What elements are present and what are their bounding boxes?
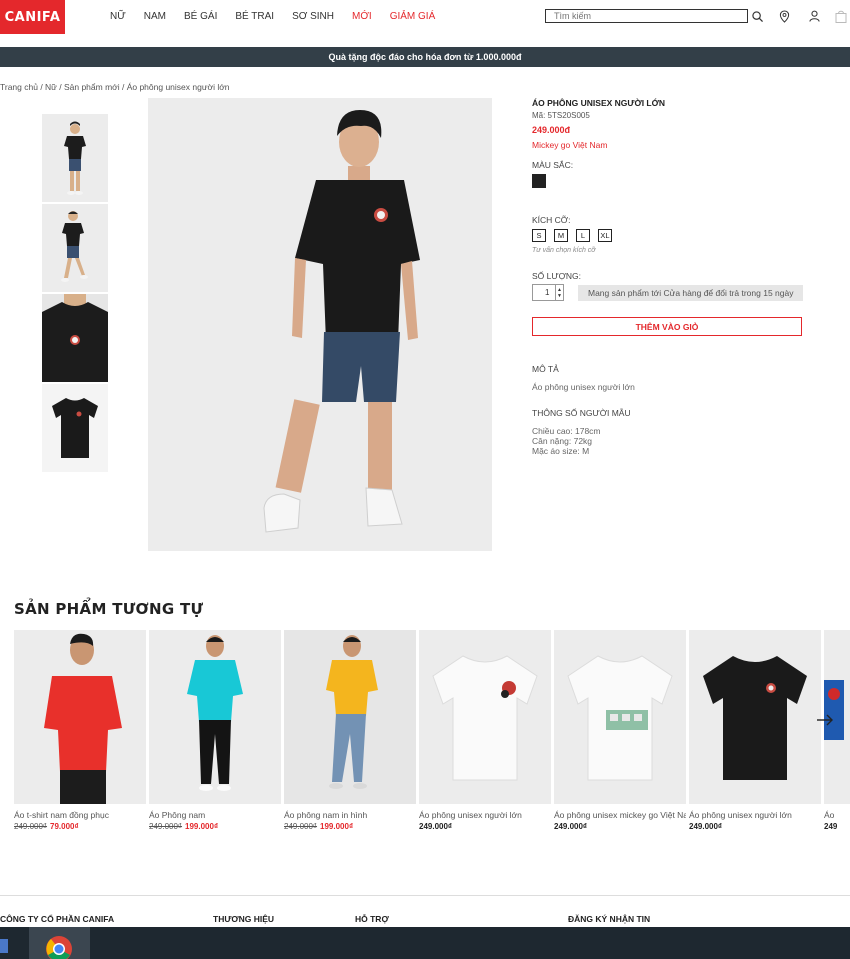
thumbnail-1[interactable] xyxy=(42,114,108,202)
sale-price: 199.000₫ xyxy=(320,822,354,831)
thumbnail-3[interactable] xyxy=(42,294,108,382)
product-card[interactable]: Áo phông unisex người lớn 249.000₫ xyxy=(689,630,821,831)
product-image[interactable] xyxy=(14,630,146,804)
nav-moi[interactable]: MỚI xyxy=(352,11,372,22)
size-options: S M L XL xyxy=(532,229,812,242)
model-weight: Cân nặng: 72kg xyxy=(532,436,593,446)
os-taskbar xyxy=(0,927,850,959)
model-size: Mặc áo size: M xyxy=(532,446,590,456)
footer-divider xyxy=(0,895,850,896)
product-title: ÁO PHÔNG UNISEX NGƯỜI LỚN xyxy=(532,98,666,108)
footer-newsletter-heading: ĐĂNG KÝ NHẬN TIN xyxy=(568,914,651,924)
product-card[interactable]: Áo phông unisex người lớn 249.000₫ xyxy=(419,630,551,831)
product-name[interactable]: Áo phông nam in hình xyxy=(284,810,416,820)
chrome-icon xyxy=(46,936,72,959)
thumbnail-2[interactable] xyxy=(42,204,108,292)
search-icon[interactable] xyxy=(750,9,764,23)
nav-giam-gia[interactable]: GIẢM GIÁ xyxy=(390,11,436,22)
shirt-closeup-image xyxy=(42,294,108,382)
model-height: Chiều cao: 178cm xyxy=(532,426,601,436)
taskbar-chrome-button[interactable] xyxy=(29,927,90,959)
taskbar-app-icon[interactable] xyxy=(0,927,10,959)
carousel-next-arrow-icon[interactable] xyxy=(815,713,835,727)
product-card[interactable]: Áo t-shirt nam đồng phục 249.000₫ 79.000₫ xyxy=(14,630,146,831)
product-card[interactable]: Áo 249 xyxy=(824,630,850,831)
model-walking-image xyxy=(42,204,108,292)
search-input[interactable] xyxy=(545,9,748,23)
product-card[interactable]: Áo phông unisex mickey go Việt Nam 249.0… xyxy=(554,630,686,831)
product-image[interactable] xyxy=(554,630,686,804)
product-card[interactable]: Áo Phông nam 249.000₫ 199.000₫ xyxy=(149,630,281,831)
price: 249.000₫ xyxy=(554,822,588,831)
price: 249.000₫ xyxy=(419,822,453,831)
size-xl[interactable]: XL xyxy=(598,229,612,242)
product-image[interactable] xyxy=(419,630,551,804)
old-price: 249.000₫ xyxy=(149,822,183,831)
product-collection-link[interactable]: Mickey go Việt Nam xyxy=(532,140,812,150)
shirt-flat-image xyxy=(42,384,108,472)
description-text: Áo phông unisex người lớn xyxy=(532,382,635,392)
product-image[interactable] xyxy=(689,630,821,804)
description-label: MÔ TẢ xyxy=(532,364,559,374)
add-to-cart-button[interactable]: THÊM VÀO GIỎ xyxy=(532,317,802,336)
size-l[interactable]: L xyxy=(576,229,590,242)
nav-so-sinh[interactable]: SƠ SINH xyxy=(292,11,334,22)
cart-icon[interactable] xyxy=(834,9,848,23)
footer-company-heading: CÔNG TY CỔ PHẦN CANIFA xyxy=(0,914,115,924)
quantity-label: SỐ LƯỢNG: xyxy=(532,271,582,281)
model-front-image xyxy=(42,114,108,202)
quantity-value: 1 xyxy=(545,288,550,297)
main-nav: NỮ NAM BÉ GÁI BÉ TRAI SƠ SINH MỚI GIẢM G… xyxy=(110,11,453,22)
nav-nu[interactable]: NỮ xyxy=(110,11,126,22)
similar-products-title: SẢN PHẨM TƯƠNG TỰ xyxy=(14,600,204,618)
product-image[interactable] xyxy=(149,630,281,804)
sale-price: 79.000₫ xyxy=(50,822,79,831)
main-product-image[interactable] xyxy=(148,98,492,551)
old-price: 249.000₫ xyxy=(14,822,48,831)
model-specs-label: THÔNG SỐ NGƯỜI MẪU xyxy=(532,408,631,418)
location-pin-icon[interactable] xyxy=(777,9,791,23)
price: 249 xyxy=(824,822,838,831)
nav-be-gai[interactable]: BÉ GÁI xyxy=(184,11,217,22)
price: 249.000₫ xyxy=(689,822,723,831)
product-name[interactable]: Áo t-shirt nam đồng phục xyxy=(14,810,146,820)
product-card[interactable]: Áo phông nam in hình 249.000₫ 199.000₫ xyxy=(284,630,416,831)
product-price: 249.000đ xyxy=(532,125,571,135)
product-info: ÁO PHÔNG UNISEX NGƯỜI LỚN Mã: 5TS20S005 … xyxy=(532,98,812,456)
product-name[interactable]: Áo phông unisex mickey go Việt Nam xyxy=(554,810,686,820)
canifa-logo[interactable]: CANIFA xyxy=(0,0,65,34)
product-name[interactable]: Áo phông unisex người lớn xyxy=(419,810,551,820)
size-m[interactable]: M xyxy=(554,229,568,242)
product-name[interactable]: Áo xyxy=(824,810,850,820)
store-return-note: Mang sản phẩm tới Cửa hàng để đổi trả tr… xyxy=(578,284,804,301)
model-photo xyxy=(148,98,492,551)
quantity-stepper[interactable]: 1 ▲ ▼ xyxy=(532,284,564,301)
product-name[interactable]: Áo Phông nam xyxy=(149,810,281,820)
color-label: MÀU SẮC: xyxy=(532,160,574,170)
footer-brand-heading: THƯƠNG HIỆU xyxy=(213,914,275,924)
thumbnail-4[interactable] xyxy=(42,384,108,472)
product-code: Mã: 5TS20S005 xyxy=(532,111,590,120)
breadcrumb[interactable]: Trang chủ / Nữ / Sản phẩm mới / Áo phông… xyxy=(0,82,230,92)
old-price: 249.000₫ xyxy=(284,822,318,831)
product-name[interactable]: Áo phông unisex người lớn xyxy=(689,810,821,820)
similar-products-carousel: Áo t-shirt nam đồng phục 249.000₫ 79.000₫… xyxy=(14,630,850,840)
size-guide-link[interactable]: Tư vấn chọn kích cỡ xyxy=(532,247,812,254)
promo-banner[interactable]: Quà tặng độc đáo cho hóa đơn từ 1.000.00… xyxy=(0,47,850,67)
stepper-arrows-icon[interactable]: ▲ ▼ xyxy=(555,285,563,300)
nav-be-trai[interactable]: BÉ TRAI xyxy=(235,11,274,22)
user-icon[interactable] xyxy=(807,9,821,23)
product-image[interactable] xyxy=(284,630,416,804)
site-header: CANIFA NỮ NAM BÉ GÁI BÉ TRAI SƠ SINH MỚI… xyxy=(0,0,850,34)
size-label: KÍCH CỠ: xyxy=(532,215,571,225)
nav-nam[interactable]: NAM xyxy=(144,11,166,22)
sale-price: 199.000₫ xyxy=(185,822,219,831)
size-s[interactable]: S xyxy=(532,229,546,242)
color-swatch-black[interactable] xyxy=(532,174,546,188)
footer-support-heading: HỖ TRỢ xyxy=(355,914,389,924)
